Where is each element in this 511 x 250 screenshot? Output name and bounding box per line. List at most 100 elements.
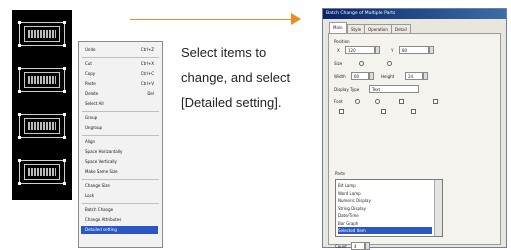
- menu-item-label: Ungroup: [85, 125, 103, 130]
- menu-item-shortcut: Ctrl+X: [140, 61, 154, 66]
- menu-item-label: Undo: [85, 47, 96, 52]
- y-field[interactable]: 80: [399, 46, 429, 54]
- arrow-right-icon: [291, 13, 301, 25]
- menu-item[interactable]: Group: [81, 114, 158, 122]
- menu-item-shortcut: Ctrl+C: [140, 71, 154, 76]
- y-label: Y: [391, 48, 394, 53]
- size-radio-1[interactable]: [359, 61, 364, 66]
- position-label: Position: [334, 39, 350, 44]
- list-item[interactable]: Word Lamp: [338, 190, 432, 197]
- menu-separator: [82, 111, 159, 112]
- menu-separator: [82, 57, 159, 58]
- instruction-note: Select items to change, and select [Deta…: [181, 40, 321, 115]
- menu-item-label: Lock: [85, 193, 95, 198]
- menu-item-label: Select All: [85, 101, 104, 106]
- list-item[interactable]: String Display: [338, 205, 432, 212]
- selected-parts-canvas: [12, 10, 72, 200]
- x-field[interactable]: 120: [345, 46, 375, 54]
- menu-item-label: Change Attributes: [85, 217, 122, 222]
- font-radio-2[interactable]: [375, 99, 380, 104]
- selected-part[interactable]: [18, 21, 66, 47]
- tab-style[interactable]: Style: [347, 24, 366, 33]
- list-item[interactable]: Bit Lamp: [338, 182, 432, 189]
- x-spinner[interactable]: [375, 46, 380, 54]
- dialog-title: Batch Change of Multiple Parts: [323, 9, 506, 19]
- selected-part[interactable]: [18, 113, 66, 139]
- menu-item-label: Cut: [85, 61, 92, 66]
- menu-item-label: Delete: [85, 91, 99, 96]
- note-line: Select items to: [181, 45, 267, 60]
- font-check-1[interactable]: [399, 99, 404, 104]
- height-field[interactable]: 24: [405, 72, 423, 80]
- menu-separator: [82, 203, 159, 204]
- menu-item-label: Align: [85, 139, 96, 144]
- menu-separator: [82, 135, 159, 136]
- size-radio-2[interactable]: [387, 61, 392, 66]
- font-check-2[interactable]: [433, 99, 438, 104]
- font-check-4[interactable]: [381, 109, 386, 114]
- parts-list[interactable]: Bit Lamp Word Lamp Numeric Display String D…: [335, 179, 443, 237]
- tab-main[interactable]: Main: [329, 22, 347, 33]
- font-check-5[interactable]: [411, 109, 416, 114]
- tab-operation[interactable]: Operation: [364, 24, 392, 33]
- count-label: Count: [335, 244, 347, 249]
- menu-item-label: Paste: [85, 81, 96, 86]
- menu-item[interactable]: Delete Del: [81, 90, 158, 98]
- width-field[interactable]: 60: [351, 72, 369, 80]
- display-type-label: Display Type: [334, 87, 360, 92]
- list-item[interactable]: Date/Time: [338, 212, 432, 219]
- list-item[interactable]: Selected Item: [338, 227, 432, 234]
- menu-item[interactable]: Detailed setting: [81, 226, 158, 234]
- size-label: Size: [334, 61, 343, 66]
- menu-item[interactable]: Select All: [81, 100, 158, 108]
- menu-item[interactable]: Lock: [81, 192, 158, 200]
- font-radio-1[interactable]: [355, 99, 360, 104]
- note-line: [Detailed setting].: [181, 95, 282, 110]
- menu-item[interactable]: Paste Ctrl+V: [81, 80, 158, 88]
- list-item[interactable]: Numeric Display: [338, 197, 432, 204]
- menu-item[interactable]: Batch Change: [81, 206, 158, 214]
- menu-item-label: Group: [85, 115, 98, 120]
- list-header: Parts: [335, 171, 345, 176]
- menu-item-shortcut: Del: [147, 91, 154, 96]
- menu-item[interactable]: Align: [81, 138, 158, 146]
- menu-item-label: Space Vertically: [85, 159, 117, 164]
- width-label: Width: [334, 74, 346, 79]
- menu-separator: [82, 179, 159, 180]
- menu-item[interactable]: Ungroup: [81, 124, 158, 132]
- menu-item[interactable]: Copy Ctrl+C: [81, 70, 158, 78]
- list-item[interactable]: Bar Graph: [338, 220, 432, 227]
- x-label: X: [337, 48, 340, 53]
- list-scrollbar[interactable]: [434, 180, 442, 236]
- menu-item[interactable]: Make Same Size: [81, 168, 158, 176]
- width-spinner[interactable]: [369, 72, 374, 80]
- display-type-select[interactable]: Text: [369, 85, 419, 93]
- count-spinner[interactable]: [365, 242, 370, 250]
- menu-item-label: Change Size: [85, 183, 110, 188]
- menu-item[interactable]: Change Size: [81, 182, 158, 190]
- height-label: Height: [381, 74, 395, 79]
- menu-item-label: Make Same Size: [85, 169, 118, 174]
- menu-item[interactable]: Space Horizontally: [81, 148, 158, 156]
- menu-item[interactable]: Undo Ctrl+Z: [81, 46, 158, 54]
- menu-item-shortcut: Ctrl+Z: [140, 47, 154, 52]
- menu-item[interactable]: Space Vertically: [81, 158, 158, 166]
- menu-item-label: Detailed setting: [85, 227, 117, 232]
- font-check-3[interactable]: [339, 109, 344, 114]
- height-spinner[interactable]: [423, 72, 428, 80]
- arrow-line: [130, 19, 300, 20]
- selected-part[interactable]: [18, 67, 66, 93]
- menu-item-label: Space Horizontally: [85, 149, 123, 154]
- context-menu: Undo Ctrl+Z Cut Ctrl+X Copy Ctrl+C Paste Ctrl+V…: [78, 41, 163, 248]
- detailed-setting-dialog: Batch Change of Multiple Parts Main Styl…: [322, 8, 507, 250]
- count-field[interactable]: 4: [351, 242, 365, 250]
- tab-page: Position X 120 Y 80 Size Width 60 Height…: [328, 33, 501, 250]
- font-label: Font: [334, 99, 343, 104]
- menu-item-label: Batch Change: [85, 207, 114, 212]
- selected-part[interactable]: [18, 159, 66, 185]
- menu-item[interactable]: Change Attributes: [81, 216, 158, 224]
- tab-detail[interactable]: Detail: [391, 24, 411, 33]
- menu-item-label: Copy: [85, 71, 96, 76]
- menu-item[interactable]: Cut Ctrl+X: [81, 60, 158, 68]
- y-spinner[interactable]: [429, 46, 434, 54]
